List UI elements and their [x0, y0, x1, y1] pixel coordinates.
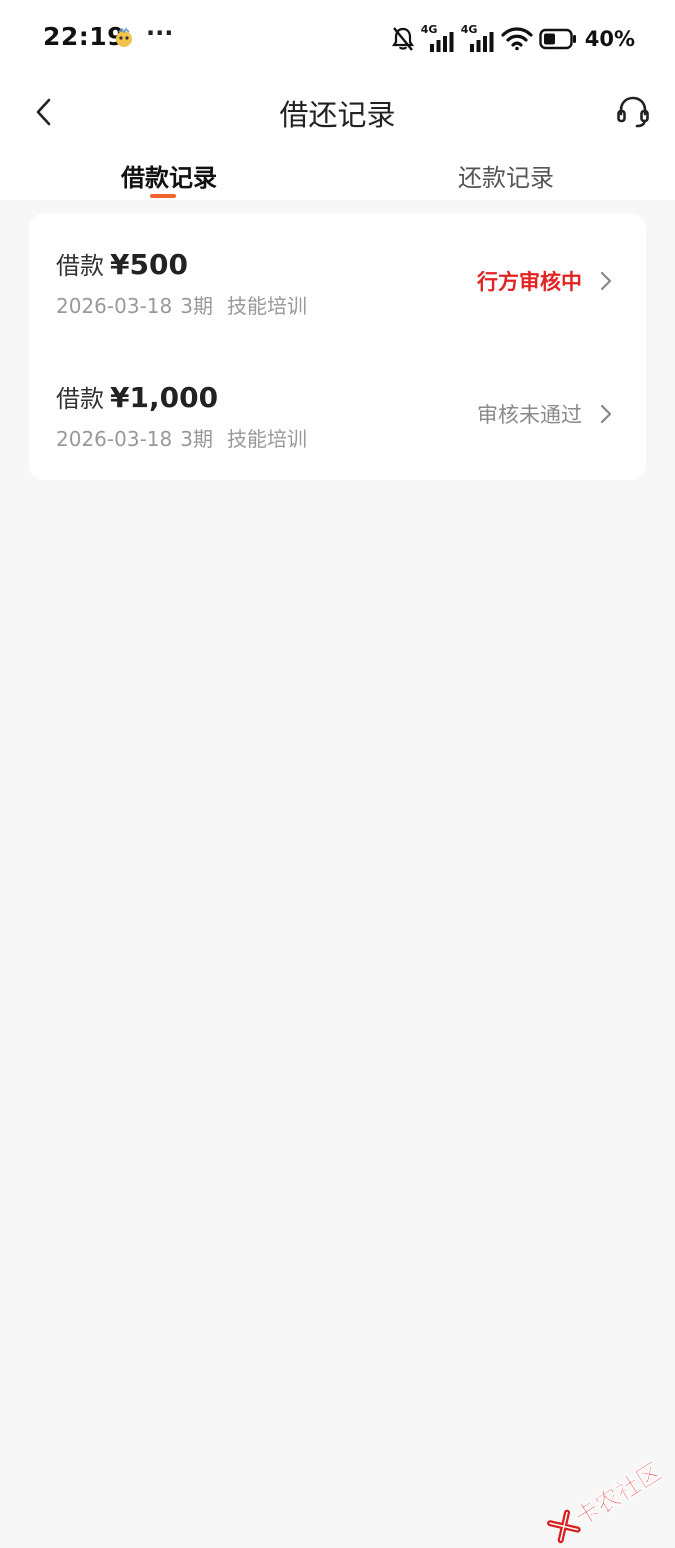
record-purpose: 技能培训 [226, 427, 307, 451]
record-item[interactable]: 借款 ¥1,000 2026-03-18 3期 技能培训 审核未通过 [29, 347, 646, 480]
nav-bar: 借还记录 [0, 76, 675, 150]
records-card: 借款 ¥500 2026-03-18 3期 技能培训 行方审核中 借款 ¥1,000… [29, 214, 646, 480]
chevron-right-icon [600, 271, 612, 291]
record-purpose: 技能培训 [226, 294, 307, 318]
record-title: 借款 ¥500 [56, 246, 188, 281]
record-amount: ¥500 [110, 248, 188, 281]
status-indicators: 4G 4G 40% [391, 23, 635, 54]
battery-percent: 40% [584, 27, 635, 51]
record-title: 借款 ¥1,000 [56, 379, 218, 414]
tab-loan-records[interactable]: 借款记录 [69, 158, 269, 193]
watermark-logo: 卡农社区 [543, 1452, 667, 1547]
status-more-icon: ··· [146, 19, 174, 47]
record-term: 3期 [180, 427, 213, 451]
tab-active-indicator [150, 194, 176, 198]
record-status: 审核未通过 [477, 403, 582, 427]
customer-service-button[interactable] [613, 92, 653, 132]
record-date: 2026-03-18 [56, 427, 173, 451]
record-kind: 借款 [56, 385, 104, 413]
status-bar: 22:19 ··· 4G 4G 40% [0, 0, 675, 76]
wifi-icon [501, 27, 533, 51]
tab-bar: 借款记录 还款记录 [0, 150, 675, 200]
bell-muted-icon [391, 27, 414, 51]
record-status: 行方审核中 [477, 270, 582, 294]
record-date: 2026-03-18 [56, 294, 173, 318]
record-meta: 2026-03-18 3期 技能培训 [56, 290, 321, 319]
signal-4g-icon: 4G [421, 23, 455, 53]
app-notification-icon [116, 27, 132, 47]
record-kind: 借款 [56, 252, 104, 280]
tab-repayment-records[interactable]: 还款记录 [406, 158, 606, 193]
headset-icon [617, 96, 649, 128]
signal-4g-icon-2: 4G [461, 23, 495, 53]
record-meta: 2026-03-18 3期 技能培训 [56, 423, 321, 452]
chevron-right-icon [600, 404, 612, 424]
record-item[interactable]: 借款 ¥500 2026-03-18 3期 技能培训 行方审核中 [29, 214, 646, 347]
page-title: 借还记录 [279, 98, 396, 132]
watermark-text: 卡农社区 [570, 1457, 667, 1533]
record-term: 3期 [180, 294, 213, 318]
record-amount: ¥1,000 [110, 381, 219, 414]
battery-icon [539, 28, 576, 50]
